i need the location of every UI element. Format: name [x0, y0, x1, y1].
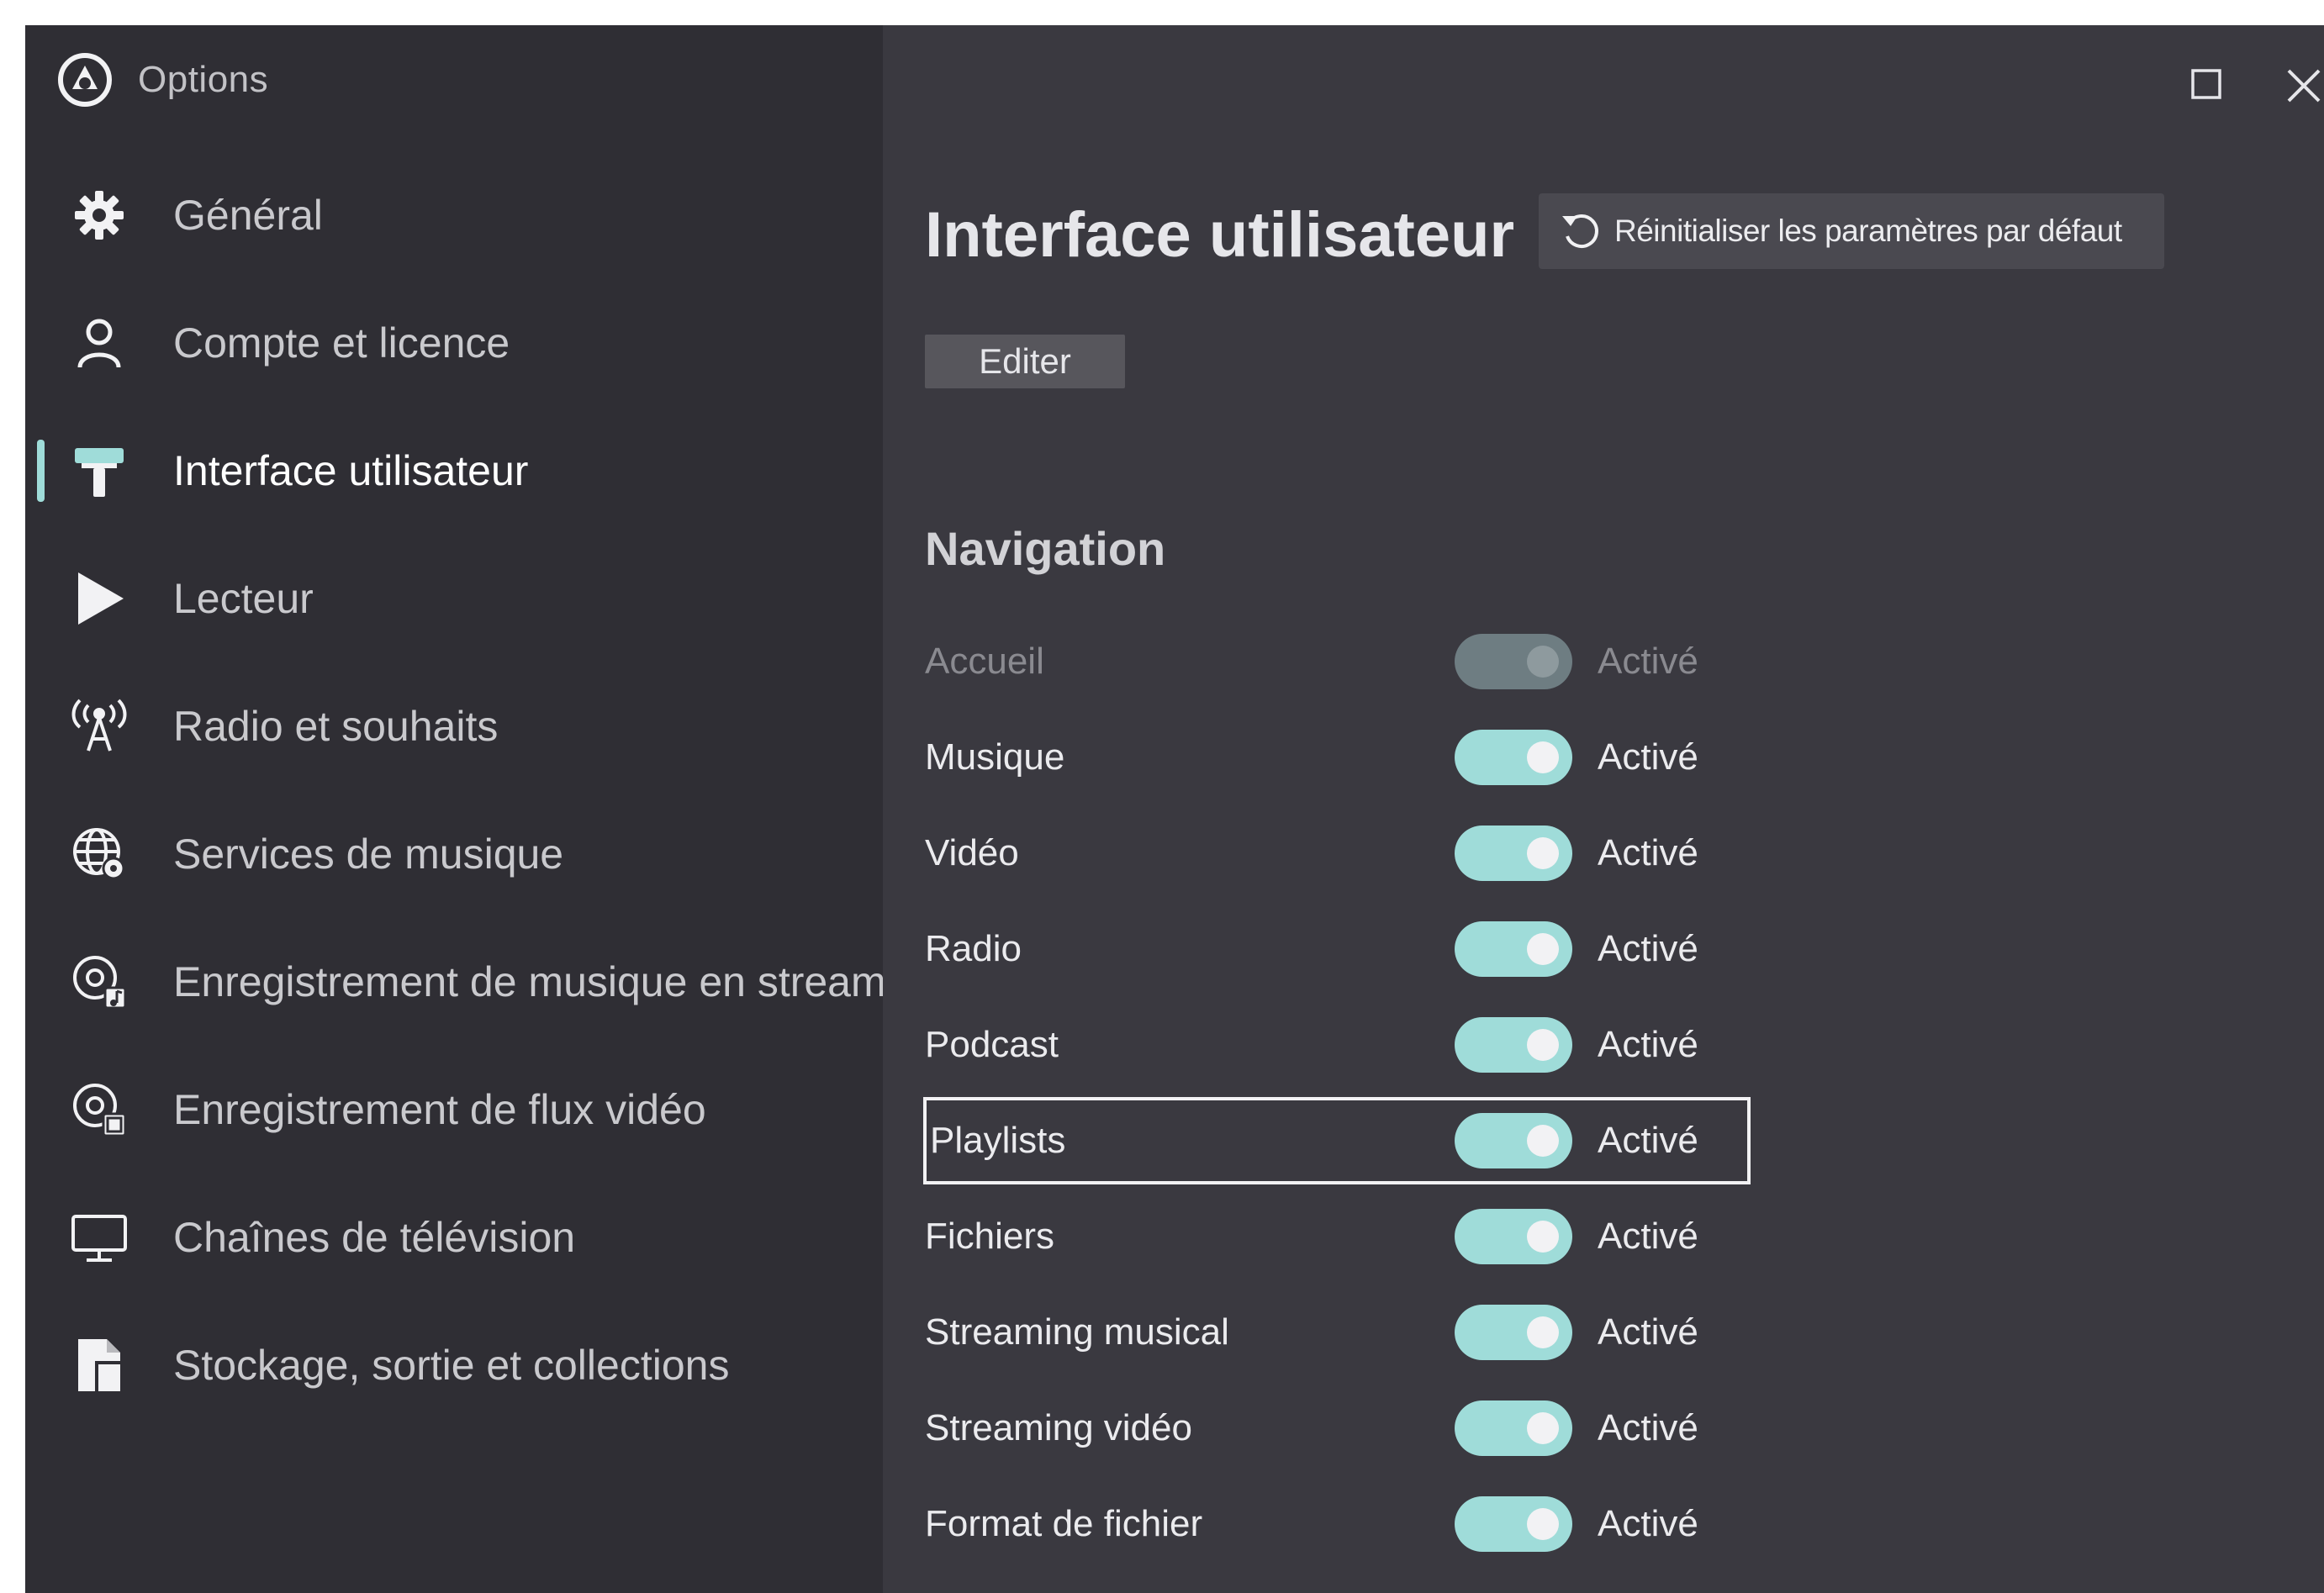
document-icon — [69, 1335, 129, 1395]
sidebar-item-label: Services de musique — [173, 831, 564, 878]
nav-setting-label: Fichiers — [925, 1216, 1055, 1257]
play-icon — [69, 568, 129, 629]
sidebar-item-music-recording[interactable]: Enregistrement de musique en streami — [25, 923, 883, 1041]
sidebar-item-label: Interface utilisateur — [173, 447, 529, 494]
nav-setting-state: Activé — [1598, 1120, 1698, 1161]
nav-setting-label: Format de fichier — [925, 1503, 1203, 1544]
nav-setting-label: Musique — [925, 736, 1065, 778]
sidebar-item-label: Stockage, sortie et collections — [173, 1342, 730, 1389]
edit-button[interactable]: Editer — [925, 335, 1125, 388]
toggle-knob — [1527, 1221, 1559, 1253]
sidebar: Options Général Compte et licence Interf… — [25, 25, 883, 1593]
sidebar-item-music-services[interactable]: Services de musique — [25, 795, 883, 913]
sidebar-item-label: Radio et souhaits — [173, 703, 499, 750]
titlebar: Options — [57, 50, 268, 109]
sidebar-item-player[interactable]: Lecteur — [25, 540, 883, 657]
toggle-knob — [1527, 646, 1559, 678]
nav-setting-toggle[interactable] — [1455, 1305, 1572, 1360]
globe-icon — [69, 824, 129, 884]
nav-setting-label: Radio — [925, 928, 1022, 969]
sidebar-item-general[interactable]: Général — [25, 156, 883, 274]
toggle-knob — [1527, 1508, 1559, 1540]
paint-roller-icon — [69, 440, 129, 501]
nav-setting-toggle[interactable] — [1455, 1496, 1572, 1552]
edit-label: Editer — [979, 341, 1071, 381]
app-logo-icon — [58, 53, 112, 107]
nav-setting-label: Streaming musical — [925, 1311, 1229, 1353]
nav-setting-state: Activé — [1598, 1311, 1698, 1353]
nav-setting-label: Vidéo — [925, 832, 1019, 873]
music-record-icon — [69, 952, 129, 1012]
nav-setting-toggle[interactable] — [1455, 1113, 1572, 1168]
navigation-section-title: Navigation — [925, 522, 1166, 575]
reset-defaults-button[interactable]: Réinitialiser les paramètres par défaut — [1539, 193, 2164, 269]
nav-setting-toggle[interactable] — [1455, 826, 1572, 881]
nav-setting-toggle[interactable] — [1455, 921, 1572, 977]
nav-setting-toggle[interactable] — [1455, 1017, 1572, 1073]
toggle-knob — [1527, 1125, 1559, 1157]
sidebar-item-storage[interactable]: Stockage, sortie et collections — [25, 1306, 883, 1424]
video-record-icon — [69, 1079, 129, 1140]
reset-icon — [1562, 214, 1598, 248]
nav-setting-row: Streaming vidéo Activé — [925, 1386, 1749, 1470]
nav-setting-row: Radio Activé — [925, 907, 1749, 991]
nav-setting-row: Fichiers Activé — [925, 1195, 1749, 1279]
user-icon — [69, 313, 129, 373]
sidebar-item-label: Enregistrement de musique en streami — [173, 958, 883, 1005]
nav-setting-row: Podcast Activé — [925, 1003, 1749, 1087]
sidebar-item-video-recording[interactable]: Enregistrement de flux vidéo — [25, 1051, 883, 1168]
sidebar-item-label: Compte et licence — [173, 319, 510, 367]
gear-icon — [69, 185, 129, 245]
sidebar-item-radio[interactable]: Radio et souhaits — [25, 667, 883, 785]
sidebar-item-account[interactable]: Compte et licence — [25, 284, 883, 402]
sidebar-item-label: Enregistrement de flux vidéo — [173, 1086, 706, 1133]
toggle-knob — [1527, 1316, 1559, 1348]
nav-setting-row: Accueil Activé — [925, 620, 1749, 704]
nav-setting-toggle[interactable] — [1455, 1400, 1572, 1456]
nav-setting-label: Accueil — [925, 641, 1044, 682]
nav-setting-row: Playlists Activé — [923, 1097, 1751, 1184]
nav-setting-state: Activé — [1598, 1216, 1698, 1257]
window-title: Options — [138, 59, 269, 100]
nav-setting-state: Activé — [1598, 1024, 1698, 1065]
nav-setting-row: Streaming musical Activé — [925, 1290, 1749, 1374]
sidebar-item-label: Chaînes de télévision — [173, 1214, 576, 1261]
nav-setting-label: Playlists — [930, 1120, 1066, 1161]
sidebar-item-tv-channels[interactable]: Chaînes de télévision — [25, 1179, 883, 1296]
nav-setting-label: Streaming vidéo — [925, 1407, 1192, 1448]
page-title: Interface utilisateur — [925, 199, 1515, 271]
nav-setting-row: Format de fichier Activé — [925, 1482, 1749, 1566]
nav-setting-state: Activé — [1598, 1407, 1698, 1448]
close-icon[interactable] — [2279, 61, 2324, 111]
maximize-icon[interactable] — [2188, 66, 2225, 103]
nav-setting-state: Activé — [1598, 928, 1698, 969]
toggle-knob — [1527, 1412, 1559, 1444]
sidebar-item-label: Lecteur — [173, 575, 314, 622]
radio-tower-icon — [69, 696, 129, 757]
reset-defaults-label: Réinitialiser les paramètres par défaut — [1614, 214, 2122, 248]
sidebar-item-user-interface[interactable]: Interface utilisateur — [25, 412, 883, 530]
toggle-knob — [1527, 837, 1559, 869]
nav-setting-toggle — [1455, 634, 1572, 689]
nav-setting-row: Musique Activé — [925, 715, 1749, 799]
toggle-knob — [1527, 741, 1559, 773]
toggle-knob — [1527, 933, 1559, 965]
monitor-icon — [69, 1207, 129, 1268]
nav-setting-state: Activé — [1598, 641, 1698, 682]
nav-setting-toggle[interactable] — [1455, 730, 1572, 785]
options-window: Options Général Compte et licence Interf… — [25, 25, 2324, 1593]
nav-setting-state: Activé — [1598, 832, 1698, 873]
nav-setting-label: Podcast — [925, 1024, 1059, 1065]
nav-setting-toggle[interactable] — [1455, 1209, 1572, 1264]
nav-setting-state: Activé — [1598, 1503, 1698, 1544]
nav-setting-state: Activé — [1598, 736, 1698, 778]
sidebar-item-label: Général — [173, 192, 323, 239]
toggle-knob — [1527, 1029, 1559, 1061]
nav-setting-row: Vidéo Activé — [925, 811, 1749, 895]
